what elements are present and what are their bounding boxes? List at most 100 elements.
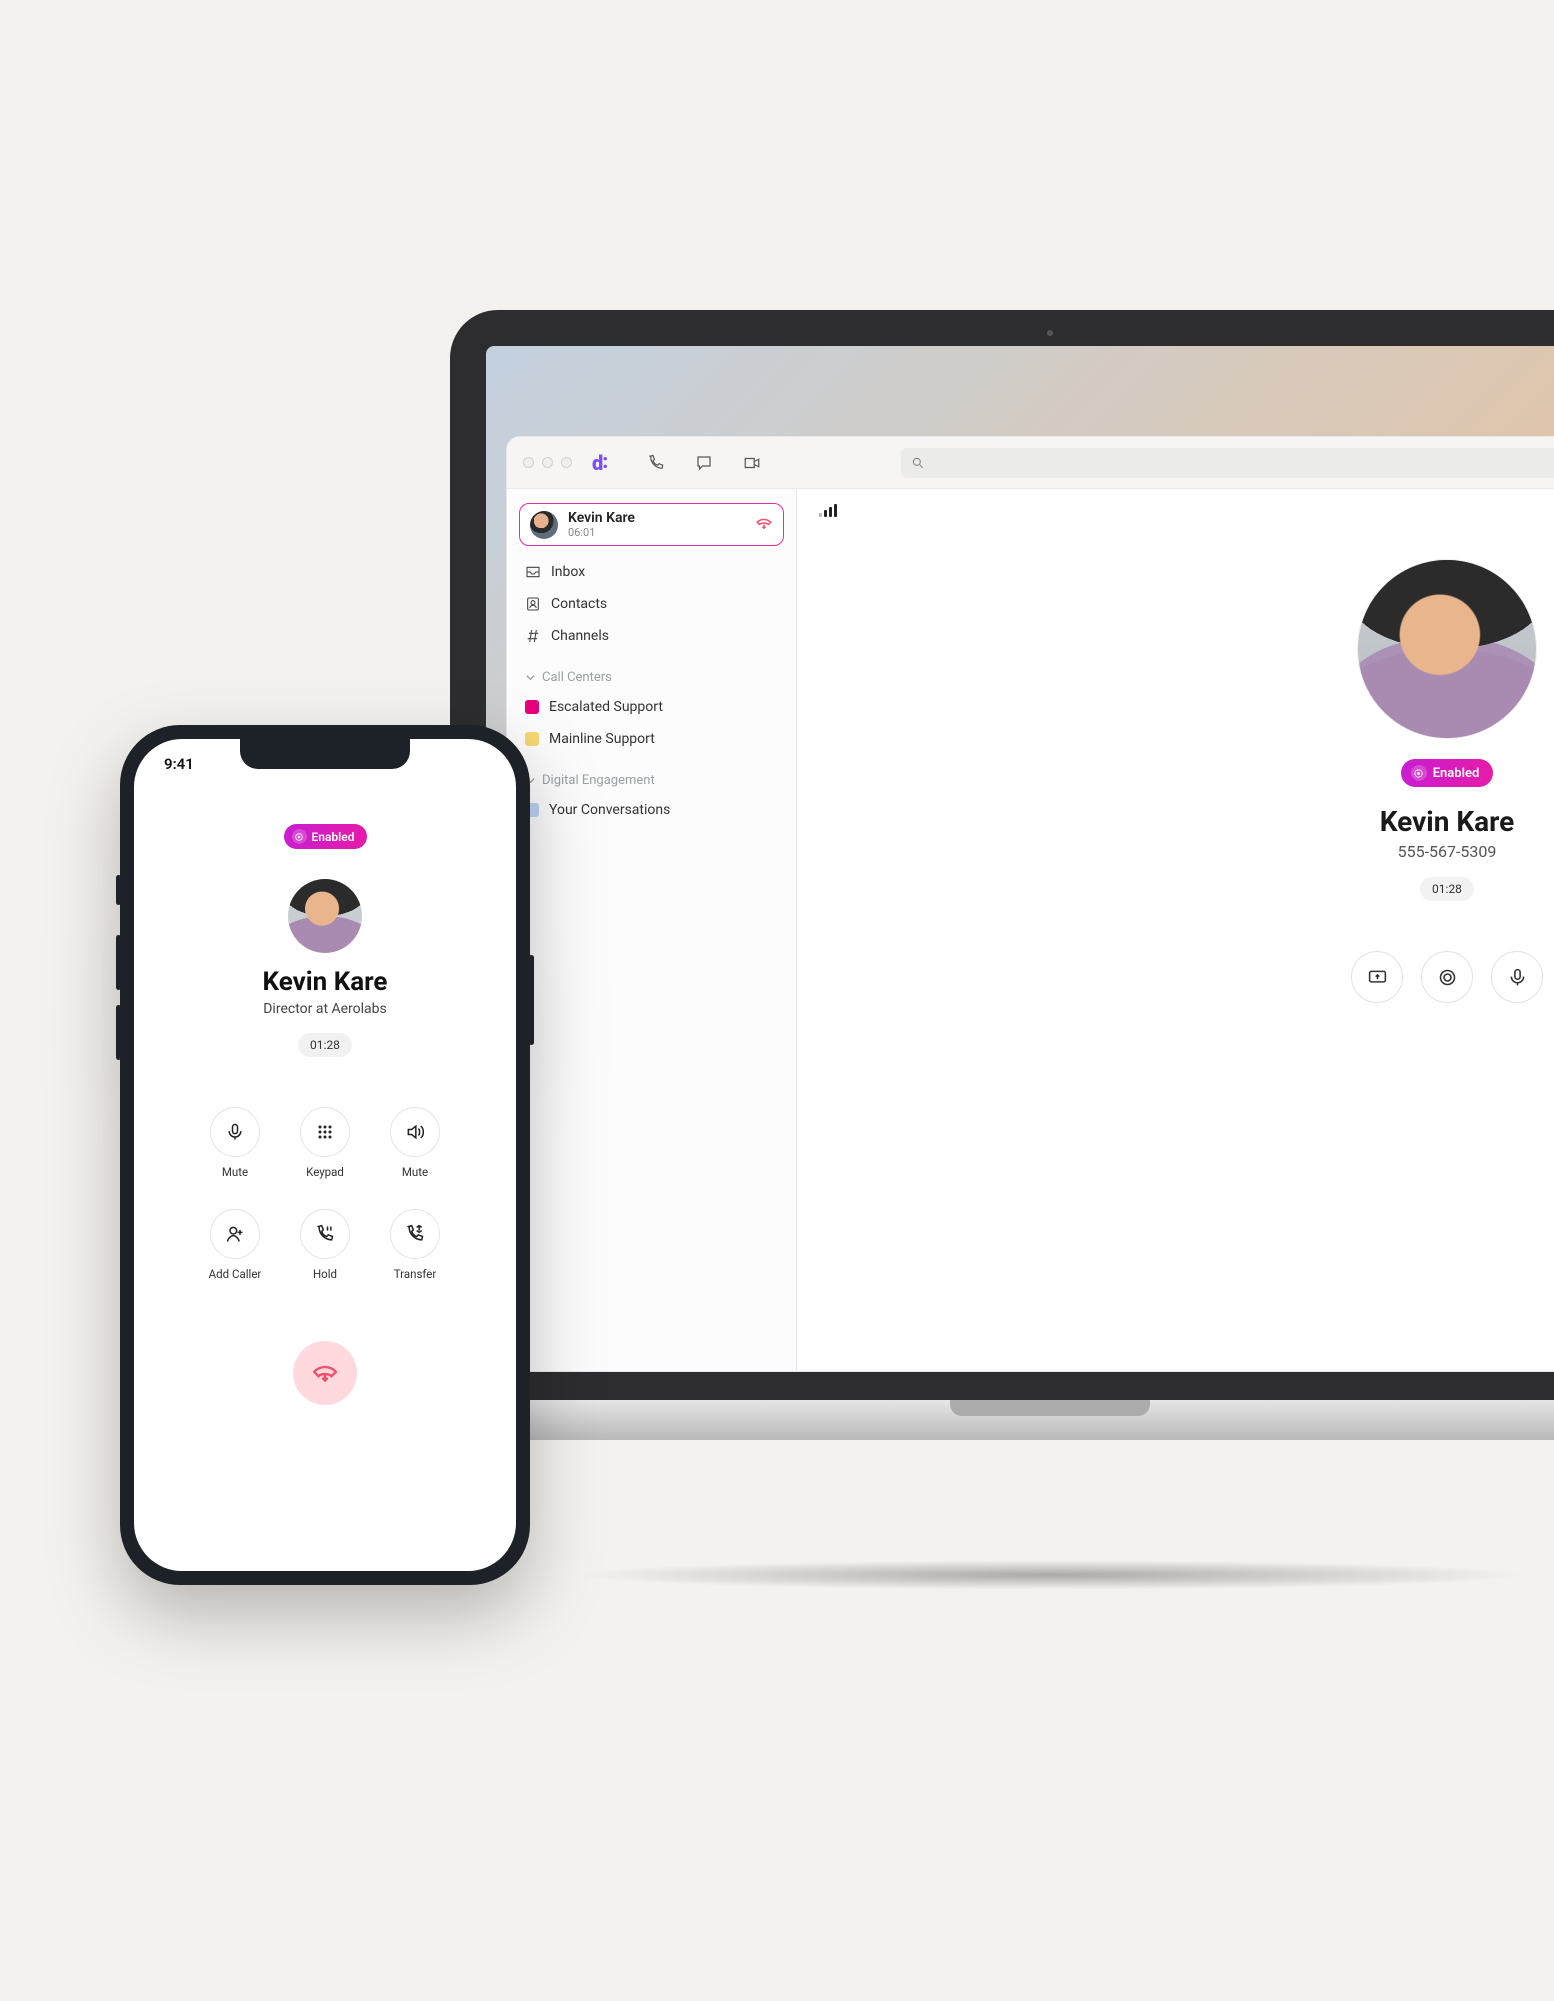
video-icon <box>743 454 761 472</box>
mute-button[interactable] <box>210 1107 260 1157</box>
color-dot-icon <box>525 700 539 714</box>
sidebar-item-label: Your Conversations <box>549 802 670 818</box>
sidebar-item-label: Mainline Support <box>549 731 655 747</box>
ai-enabled-badge[interactable]: Enabled <box>1401 759 1494 787</box>
sidebar-section-digital-engagement[interactable]: Digital Engagement <box>519 755 784 794</box>
header-phone-button[interactable] <box>643 450 669 476</box>
phone-icon <box>647 454 665 472</box>
sidebar-item-mainline-support[interactable]: Mainline Support <box>519 723 784 755</box>
phone-call-actions: Mute Keypad <box>192 1107 458 1281</box>
laptop-screen: d: <box>486 346 1554 1372</box>
main-pane: Enabled Kevin Kare 555-567-5309 01:28 <box>797 489 1554 1371</box>
laptop-device: d: <box>450 310 1554 1560</box>
laptop-shadow <box>570 1560 1530 1590</box>
ai-badge-label: Enabled <box>312 830 355 844</box>
add-person-icon <box>225 1224 245 1244</box>
phone-body: 9:41 Enabled Kevin Kare Director at Aero… <box>120 725 530 1585</box>
laptop-hinge-notch <box>950 1400 1150 1416</box>
caller-name: Kevin Kare <box>263 967 388 997</box>
sidebar-section-label: Digital Engagement <box>542 773 655 788</box>
header-video-button[interactable] <box>739 450 765 476</box>
speaker-icon <box>405 1122 425 1142</box>
sidebar-item-your-conversations[interactable]: Your Conversations <box>519 794 784 826</box>
keypad-icon <box>315 1122 335 1142</box>
phone-call-screen: Enabled Kevin Kare Director at Aerolabs … <box>134 739 516 1571</box>
laptop-bezel: d: <box>450 310 1554 1400</box>
chevron-down-icon <box>525 672 536 683</box>
ai-enabled-badge[interactable]: Enabled <box>284 824 367 849</box>
stage: d: <box>0 0 1554 2001</box>
action-label: Mute <box>222 1165 248 1179</box>
caller-number: 555-567-5309 <box>1398 842 1497 861</box>
window-close-icon[interactable] <box>523 457 534 468</box>
caller-title: Director at Aerolabs <box>263 1001 387 1017</box>
action-label: Mute <box>402 1165 428 1179</box>
microphone-icon <box>225 1122 245 1142</box>
sidebar-active-call[interactable]: Kevin Kare 06:01 <box>519 503 784 546</box>
app-logo-icon: d: <box>592 451 607 475</box>
sidebar-item-label: Inbox <box>551 564 585 580</box>
phone-device: 9:41 Enabled Kevin Kare Director at Aero… <box>120 725 530 1585</box>
search-input[interactable] <box>901 448 1554 478</box>
caller-avatar <box>1357 559 1537 739</box>
action-label: Transfer <box>394 1267 437 1281</box>
sidebar-item-escalated-support[interactable]: Escalated Support <box>519 691 784 723</box>
sidebar-item-contacts[interactable]: Contacts <box>519 588 784 620</box>
sidebar-item-inbox[interactable]: Inbox <box>519 556 784 588</box>
sidebar-section-label: Call Centers <box>542 670 612 685</box>
hash-icon <box>525 628 541 644</box>
phone-screen: 9:41 Enabled Kevin Kare Director at Aero… <box>134 739 516 1571</box>
header-chat-button[interactable] <box>691 450 717 476</box>
hold-button[interactable] <box>300 1209 350 1259</box>
transfer-button[interactable] <box>390 1209 440 1259</box>
window-minimize-icon[interactable] <box>542 457 553 468</box>
laptop-camera-icon <box>1045 328 1055 338</box>
ai-badge-label: Enabled <box>1433 766 1480 781</box>
end-call-icon[interactable] <box>755 516 773 534</box>
action-label: Keypad <box>306 1165 344 1179</box>
caller-avatar <box>288 879 362 953</box>
record-icon <box>1437 967 1458 988</box>
sidebar-item-label: Contacts <box>551 596 607 612</box>
contacts-icon <box>525 596 541 612</box>
window-zoom-icon[interactable] <box>561 457 572 468</box>
window-controls[interactable] <box>523 457 572 468</box>
app-body: Kevin Kare 06:01 Inbox <box>507 489 1554 1371</box>
share-screen-button[interactable] <box>1351 951 1403 1003</box>
search-icon <box>911 456 925 470</box>
mute-button[interactable] <box>1491 951 1543 1003</box>
call-actions <box>1351 951 1543 1003</box>
app-header: d: <box>507 437 1554 489</box>
record-button[interactable] <box>1421 951 1473 1003</box>
call-duration-chip: 01:28 <box>298 1033 352 1057</box>
end-call-button[interactable] <box>293 1341 357 1405</box>
call-panel: Enabled Kevin Kare 555-567-5309 01:28 <box>1257 559 1554 1003</box>
signal-strength-icon <box>819 503 837 517</box>
app-window: d: <box>506 436 1554 1372</box>
sidebar: Kevin Kare 06:01 Inbox <box>507 489 797 1371</box>
transfer-icon <box>405 1224 425 1244</box>
ai-icon <box>292 829 307 844</box>
microphone-icon <box>1507 967 1528 988</box>
sidebar-item-label: Escalated Support <box>549 699 663 715</box>
hold-icon <box>315 1224 335 1244</box>
active-call-duration: 06:01 <box>568 526 635 539</box>
ai-icon <box>1411 765 1427 781</box>
avatar <box>530 511 558 539</box>
action-label: Add Caller <box>209 1267 262 1281</box>
sidebar-section-call-centers[interactable]: Call Centers <box>519 652 784 691</box>
sidebar-item-label: Channels <box>551 628 609 644</box>
keypad-button[interactable] <box>300 1107 350 1157</box>
chat-icon <box>695 454 713 472</box>
action-label: Hold <box>313 1267 337 1281</box>
caller-name: Kevin Kare <box>1380 805 1515 838</box>
inbox-icon <box>525 564 541 580</box>
sidebar-item-channels[interactable]: Channels <box>519 620 784 652</box>
add-caller-button[interactable] <box>210 1209 260 1259</box>
speaker-button[interactable] <box>390 1107 440 1157</box>
call-duration-chip: 01:28 <box>1420 877 1474 901</box>
laptop-keyboard <box>400 1400 1554 1440</box>
active-call-name: Kevin Kare <box>568 510 635 526</box>
share-screen-icon <box>1367 967 1388 988</box>
hang-up-icon <box>312 1363 338 1383</box>
